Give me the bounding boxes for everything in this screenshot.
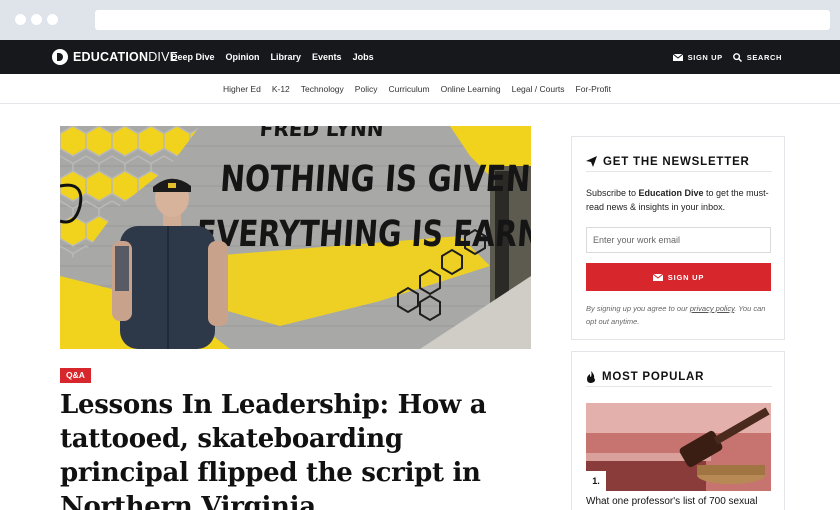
nav-search-button[interactable]: SEARCH — [732, 52, 782, 62]
newsletter-header: GET THE NEWSLETTER — [586, 152, 772, 172]
envelope-icon — [672, 53, 683, 61]
envelope-icon — [652, 273, 663, 281]
nav-signup-label: SIGN UP — [687, 52, 723, 62]
topic-link-legal-courts[interactable]: Legal / Courts — [512, 84, 565, 94]
hero-wall-text-line1: NOTHING IS GIVEN. — [219, 157, 531, 200]
paper-plane-icon — [586, 156, 597, 167]
nav-link-opinion[interactable]: Opinion — [226, 52, 260, 62]
gavel-illustration — [586, 403, 771, 491]
search-icon — [732, 52, 742, 62]
browser-chrome — [0, 0, 840, 40]
topic-navigation: Higher Ed K-12 Technology Policy Curricu… — [0, 74, 840, 104]
article-headline[interactable]: Lessons In Leadership: How a tattooed, s… — [60, 388, 530, 510]
hero-wall-text-line2: EVERYTHING IS EARNED. — [195, 213, 531, 255]
popular-item-image[interactable] — [586, 403, 771, 491]
topic-link-policy[interactable]: Policy — [355, 84, 378, 94]
logo-wordmark: EDUCATIONDIVE — [73, 50, 179, 64]
site-logo[interactable]: EDUCATIONDIVE — [52, 48, 178, 66]
popular-item-rank: 1. — [586, 471, 606, 491]
window-dot-minimize[interactable] — [31, 14, 42, 25]
education-dive-logo-icon — [52, 49, 68, 65]
privacy-policy-link[interactable]: privacy policy — [690, 304, 734, 313]
flame-icon — [587, 370, 595, 383]
topic-link-curriculum[interactable]: Curriculum — [388, 84, 429, 94]
newsletter-fine-print: By signing up you agree to our privacy p… — [586, 304, 766, 326]
address-bar[interactable] — [95, 10, 830, 30]
window-dot-close[interactable] — [15, 14, 26, 25]
newsletter-signup-label: SIGN UP — [667, 272, 705, 282]
topic-link-technology[interactable]: Technology — [301, 84, 344, 94]
newsletter-card: GET THE NEWSLETTER Subscribe to Educatio… — [571, 136, 785, 340]
topic-link-k12[interactable]: K-12 — [272, 84, 290, 94]
hero-wall-top-text: FRED LYNN — [259, 126, 385, 141]
nav-search-label: SEARCH — [746, 52, 782, 62]
nav-link-deep-dive[interactable]: Deep Dive — [171, 52, 215, 62]
most-popular-card: MOST POPULAR 1. What one professor's lis… — [571, 351, 785, 510]
topic-link-online-learning[interactable]: Online Learning — [441, 84, 501, 94]
top-navigation: EDUCATIONDIVE Deep Dive Opinion Library … — [0, 40, 840, 74]
primary-nav: Deep Dive Opinion Library Events Jobs — [171, 40, 385, 74]
newsletter-email-input[interactable] — [586, 227, 771, 253]
newsletter-signup-button[interactable]: SIGN UP — [586, 263, 771, 291]
most-popular-header: MOST POPULAR — [586, 367, 772, 387]
nav-link-jobs[interactable]: Jobs — [353, 52, 374, 62]
article-category-badge[interactable]: Q&A — [60, 368, 91, 383]
topic-link-higher-ed[interactable]: Higher Ed — [223, 84, 261, 94]
hero-illustration: FRED LYNN NOTHING IS GIVEN. EVERYTHING I… — [60, 126, 531, 349]
nav-link-library[interactable]: Library — [271, 52, 302, 62]
newsletter-title: GET THE NEWSLETTER — [603, 155, 750, 168]
popular-item-title[interactable]: What one professor's list of 700 sexual — [586, 495, 776, 509]
window-dot-maximize[interactable] — [47, 14, 58, 25]
nav-actions: SIGN UP SEARCH — [663, 40, 782, 74]
article-hero-image[interactable]: FRED LYNN NOTHING IS GIVEN. EVERYTHING I… — [60, 126, 531, 349]
newsletter-description: Subscribe to Education Dive to get the m… — [586, 188, 769, 212]
most-popular-title: MOST POPULAR — [602, 370, 705, 383]
nav-signup-button[interactable]: SIGN UP — [672, 52, 723, 62]
topic-link-for-profit[interactable]: For-Profit — [576, 84, 611, 94]
nav-link-events[interactable]: Events — [312, 52, 342, 62]
